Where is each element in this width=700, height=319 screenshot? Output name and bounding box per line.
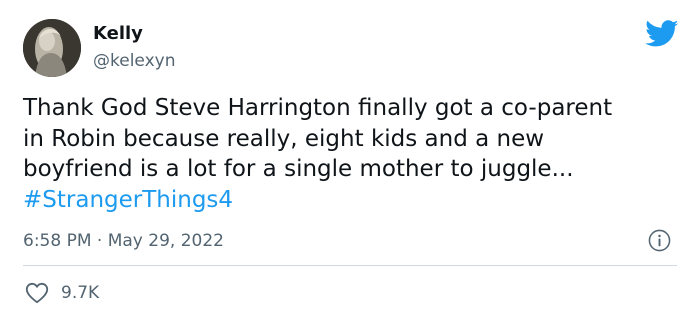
tweet-time: 6:58 PM (23, 231, 92, 251)
display-name[interactable]: Kelly (93, 22, 143, 46)
tweet-text-line: in Robin because really, eight kids and … (23, 125, 545, 152)
heart-icon (25, 282, 49, 304)
timestamp-separator: · (96, 231, 103, 251)
tweet-timestamp[interactable]: 6:58 PM · May 29, 2022 (23, 229, 224, 253)
like-count: 9.7K (61, 283, 100, 303)
tweet-date: May 29, 2022 (107, 231, 224, 251)
avatar-photo (23, 19, 81, 77)
like-button[interactable]: 9.7K (25, 281, 99, 305)
tweet-text-line: boyfriend is a lot for a single mother t… (23, 156, 574, 182)
tweet-text: Thank God Steve Harrington finally got a… (23, 93, 683, 215)
twitter-bird-icon[interactable] (645, 20, 679, 48)
avatar[interactable] (23, 19, 81, 77)
user-handle[interactable]: @kelexyn (93, 49, 175, 73)
tweet-text-line: Thank God Steve Harrington finally got a… (23, 95, 613, 121)
info-icon[interactable] (648, 229, 671, 252)
divider (23, 265, 677, 266)
hashtag-link[interactable]: #StrangerThings4 (23, 185, 683, 216)
